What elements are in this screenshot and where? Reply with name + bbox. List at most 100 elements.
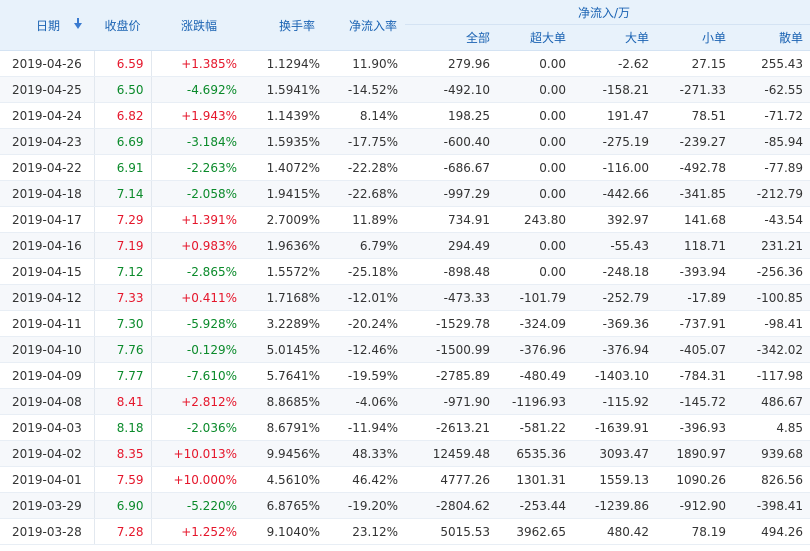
close-cell: 6.91 <box>93 154 152 181</box>
table-row: 2019-04-08 8.41 +2.812% 8.8685% -4.06% -971.9… <box>0 388 810 415</box>
total-cell: -1500.99 <box>405 336 497 363</box>
change-cell: +0.411% <box>151 284 245 311</box>
large-cell: -1403.10 <box>573 362 656 389</box>
super-large-cell: 0.00 <box>497 128 573 155</box>
change-cell: +1.943% <box>151 102 245 129</box>
close-cell: 7.19 <box>93 232 152 259</box>
table-row: 2019-04-15 7.12 -2.865% 1.5572% -25.18% -898.… <box>0 258 810 285</box>
small-cell: 1090.26 <box>656 466 733 493</box>
change-cell: -5.928% <box>151 310 245 337</box>
turnover-cell: 3.2289% <box>245 310 327 337</box>
table-row: 2019-04-09 7.77 -7.610% 5.7641% -19.59% -2785… <box>0 362 810 389</box>
turnover-cell: 1.7168% <box>245 284 327 311</box>
date-cell: 2019-04-12 <box>0 284 94 311</box>
retail-cell: 255.43 <box>733 50 810 77</box>
small-cell: -17.89 <box>656 284 733 311</box>
turnover-cell: 9.1040% <box>245 518 327 545</box>
net-inflow-rate-cell: -19.20% <box>327 492 405 519</box>
retail-cell: -77.89 <box>733 154 810 181</box>
table-row: 2019-04-26 6.59 +1.385% 1.1294% 11.90% 279.96… <box>0 50 810 77</box>
date-header-label: 日期 <box>36 18 61 33</box>
total-cell: 198.25 <box>405 102 497 129</box>
turnover-cell: 1.9415% <box>245 180 327 207</box>
table-row: 2019-03-29 6.90 -5.220% 6.8765% -19.20% -2804… <box>0 492 810 519</box>
retail-header[interactable]: 散单 <box>733 24 810 51</box>
small-cell: -341.85 <box>656 180 733 207</box>
close-header[interactable]: 收盘价 <box>94 0 151 51</box>
table-row: 2019-03-28 7.28 +1.252% 9.1040% 23.12% 5015.5… <box>0 518 810 545</box>
change-cell: +10.013% <box>151 440 245 467</box>
retail-cell: -98.41 <box>733 310 810 337</box>
super-large-cell: 6535.36 <box>497 440 573 467</box>
change-cell: -3.184% <box>151 128 245 155</box>
super-large-cell: 243.80 <box>497 206 573 233</box>
sort-down-arrow-icon[interactable] <box>74 18 83 29</box>
date-cell: 2019-04-17 <box>0 206 94 233</box>
total-cell: 279.96 <box>405 50 497 77</box>
small-header[interactable]: 小单 <box>656 24 733 51</box>
retail-cell: -62.55 <box>733 76 810 103</box>
date-header[interactable]: 日期 <box>0 0 94 51</box>
small-cell: -737.91 <box>656 310 733 337</box>
date-cell: 2019-04-18 <box>0 180 94 207</box>
total-cell: -686.67 <box>405 154 497 181</box>
large-cell: 1559.13 <box>573 466 656 493</box>
large-cell: -442.66 <box>573 180 656 207</box>
net-inflow-rate-cell: -19.59% <box>327 362 405 389</box>
net-inflow-rate-cell: -14.52% <box>327 76 405 103</box>
close-cell: 7.33 <box>93 284 152 311</box>
turnover-cell: 1.5572% <box>245 258 327 285</box>
net-inflow-rate-cell: -22.28% <box>327 154 405 181</box>
large-cell: -369.36 <box>573 310 656 337</box>
large-cell: -1239.86 <box>573 492 656 519</box>
table-row: 2019-04-12 7.33 +0.411% 1.7168% -12.01% -473.… <box>0 284 810 311</box>
turnover-header[interactable]: 换手率 <box>245 0 327 51</box>
total-cell: -997.29 <box>405 180 497 207</box>
super-large-cell: -480.49 <box>497 362 573 389</box>
change-cell: +1.385% <box>151 50 245 77</box>
large-cell: -1639.91 <box>573 414 656 441</box>
close-cell: 6.59 <box>93 50 152 77</box>
change-cell: +1.252% <box>151 518 245 545</box>
small-cell: 78.51 <box>656 102 733 129</box>
net-inflow-rate-header[interactable]: 净流入率 <box>327 0 405 51</box>
change-header[interactable]: 涨跌幅 <box>151 0 245 51</box>
total-cell: -898.48 <box>405 258 497 285</box>
retail-cell: -256.36 <box>733 258 810 285</box>
super-large-header[interactable]: 超大单 <box>497 24 573 51</box>
super-large-cell: -253.44 <box>497 492 573 519</box>
large-cell: -2.62 <box>573 50 656 77</box>
table-body: 2019-04-26 6.59 +1.385% 1.1294% 11.90% 279.96… <box>0 50 810 545</box>
large-header[interactable]: 大单 <box>573 24 656 51</box>
net-inflow-rate-cell: 23.12% <box>327 518 405 545</box>
net-inflow-rate-cell: 8.14% <box>327 102 405 129</box>
large-cell: -55.43 <box>573 232 656 259</box>
net-inflow-rate-cell: -22.68% <box>327 180 405 207</box>
large-cell: -158.21 <box>573 76 656 103</box>
total-cell: 294.49 <box>405 232 497 259</box>
change-cell: -5.220% <box>151 492 245 519</box>
turnover-cell: 1.1294% <box>245 50 327 77</box>
table-row: 2019-04-10 7.76 -0.129% 5.0145% -12.46% -1500… <box>0 336 810 363</box>
net-inflow-group-header: 净流入/万 <box>405 0 810 25</box>
turnover-cell: 8.8685% <box>245 388 327 415</box>
net-inflow-rate-cell: 11.90% <box>327 50 405 77</box>
turnover-cell: 1.5941% <box>245 76 327 103</box>
small-cell: -784.31 <box>656 362 733 389</box>
total-header[interactable]: 全部 <box>405 24 497 51</box>
close-cell: 6.82 <box>93 102 152 129</box>
small-cell: -405.07 <box>656 336 733 363</box>
super-large-cell: -376.96 <box>497 336 573 363</box>
net-inflow-rate-cell: 46.42% <box>327 466 405 493</box>
date-cell: 2019-04-23 <box>0 128 94 155</box>
super-large-cell: 0.00 <box>497 102 573 129</box>
change-cell: -7.610% <box>151 362 245 389</box>
large-cell: 3093.47 <box>573 440 656 467</box>
header-row-top: 日期 收盘价 涨跌幅 换手率 净流入率 净流入/万 <box>0 0 810 51</box>
super-large-cell: -1196.93 <box>497 388 573 415</box>
date-cell: 2019-04-24 <box>0 102 94 129</box>
change-cell: -4.692% <box>151 76 245 103</box>
date-cell: 2019-04-15 <box>0 258 94 285</box>
table-row: 2019-04-22 6.91 -2.263% 1.4072% -22.28% -686.… <box>0 154 810 181</box>
table-row: 2019-04-23 6.69 -3.184% 1.5935% -17.75% -600.… <box>0 128 810 155</box>
